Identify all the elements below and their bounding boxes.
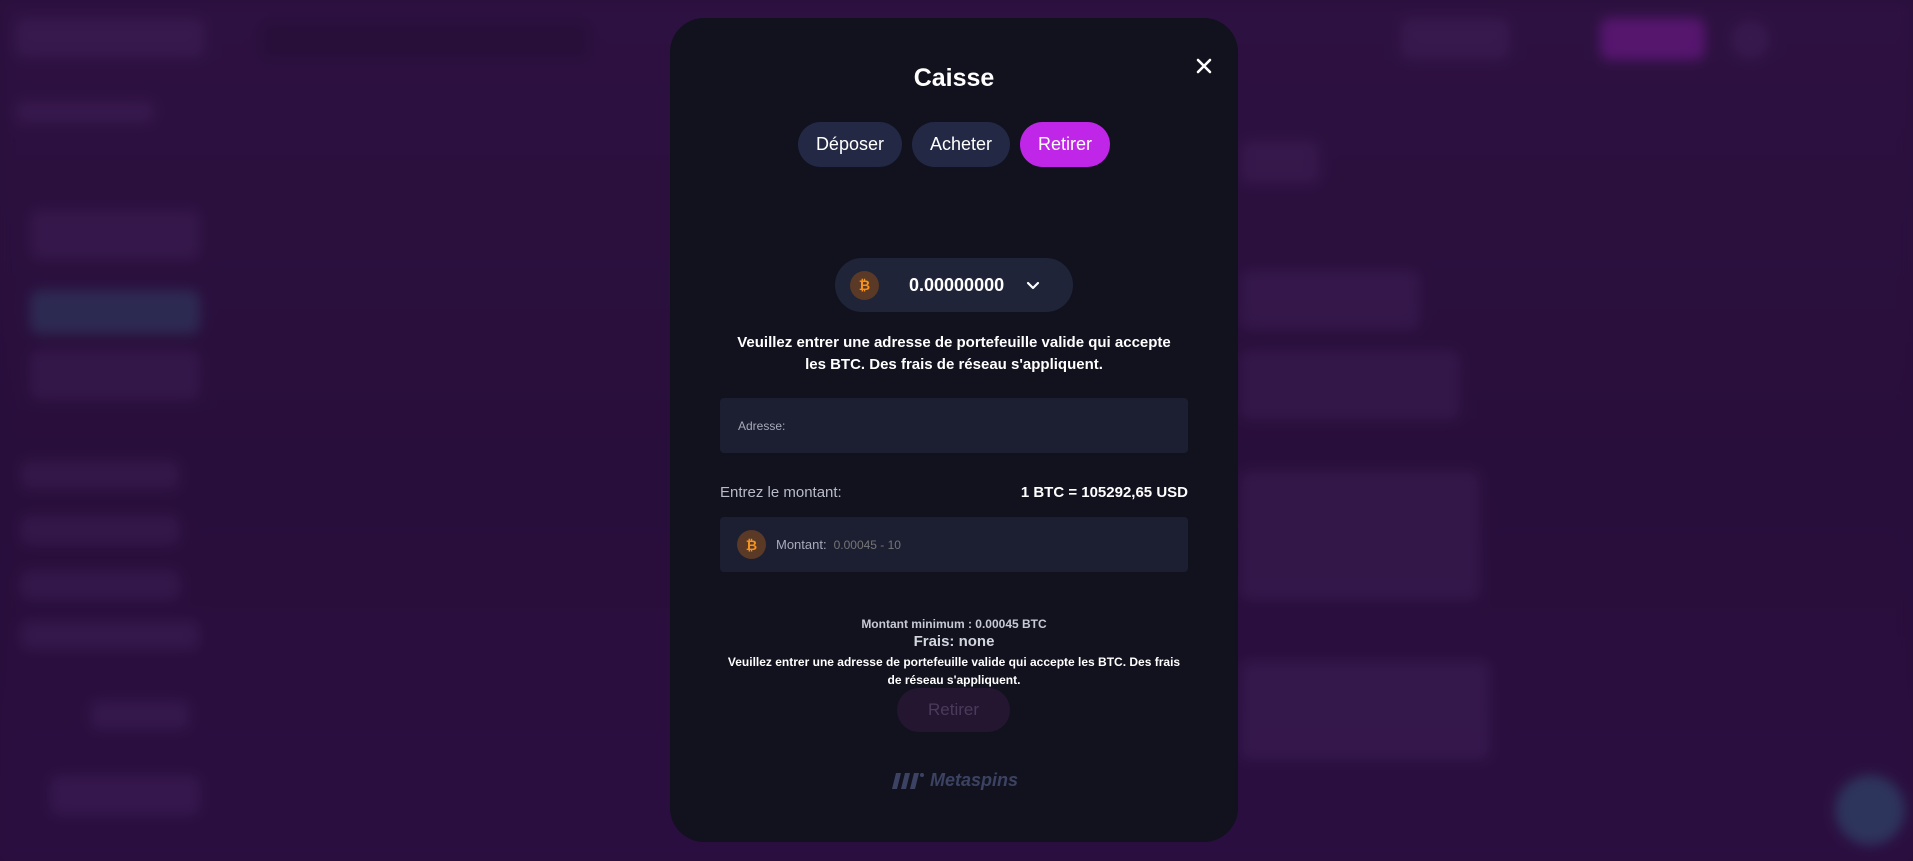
modal-title: Caisse <box>913 64 995 92</box>
tab-buy[interactable]: Acheter <box>911 122 1011 167</box>
chevron-down-icon <box>1026 281 1040 290</box>
cashier-modal: Caisse Déposer Acheter Retirer ₿ 0.00000… <box>670 18 1238 842</box>
network-fee-warning: Veuillez entrer une adresse de portefeui… <box>727 655 1181 687</box>
amount-field-label: Montant: <box>776 537 827 552</box>
currency-selector[interactable]: ₿ 0.00000000 <box>835 258 1073 312</box>
tab-deposit[interactable]: Déposer <box>797 122 902 167</box>
address-field[interactable]: Adresse: <box>720 398 1188 453</box>
withdraw-button[interactable]: Retirer <box>897 688 1010 732</box>
brand-logo: Metaspins <box>670 770 1238 791</box>
address-input[interactable] <box>791 417 1176 434</box>
minimum-amount: Montant minimum : 0.00045 BTC <box>861 617 1047 631</box>
balance-value: 0.00000000 <box>909 274 1005 295</box>
tab-withdraw[interactable]: Retirer <box>1020 122 1111 167</box>
amount-input[interactable] <box>831 536 1176 553</box>
withdraw-instruction: Veuillez entrer une adresse de portefeui… <box>737 334 1171 373</box>
withdraw-notes: Montant minimum : 0.00045 BTC Frais: non… <box>720 616 1188 689</box>
cashier-tabs: Déposer Acheter Retirer <box>670 122 1238 167</box>
brand-name: Metaspins <box>929 770 1019 790</box>
exchange-rate: 1 BTC = 105292,65 USD <box>1020 484 1188 501</box>
bitcoin-icon: ₿ <box>850 270 879 300</box>
metaspins-logo-icon <box>891 772 924 789</box>
amount-field[interactable]: ₿ Montant: <box>720 517 1188 572</box>
bitcoin-icon: ₿ <box>737 530 766 559</box>
amount-label: Entrez le montant: <box>720 484 842 501</box>
fees-text: Frais: none <box>913 633 995 650</box>
address-label: Adresse: <box>738 418 786 433</box>
